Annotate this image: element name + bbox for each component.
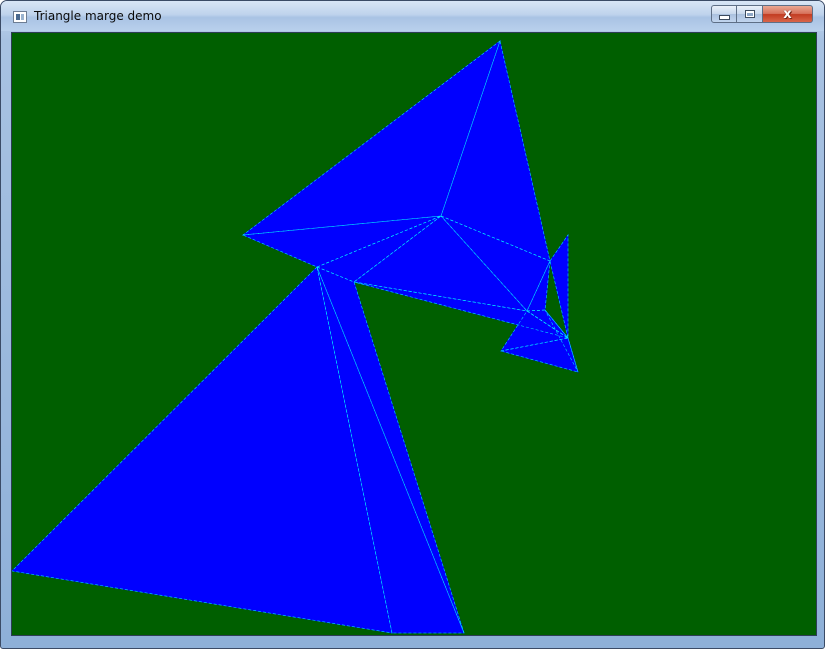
caption-buttons: x xyxy=(711,5,813,23)
title-bar[interactable]: Triangle marge demo x xyxy=(1,1,824,31)
minimize-icon xyxy=(718,14,730,20)
drawing-canvas[interactable] xyxy=(11,32,817,636)
triangle-fill-group xyxy=(12,39,579,634)
application-window: Triangle marge demo x xyxy=(0,0,825,649)
minimize-button[interactable] xyxy=(711,5,737,23)
close-icon: x xyxy=(783,6,792,22)
maximize-button[interactable] xyxy=(737,5,763,23)
triangle-mesh xyxy=(12,39,579,634)
close-button[interactable]: x xyxy=(763,5,813,23)
application-icon[interactable] xyxy=(13,11,27,23)
window-title: Triangle marge demo xyxy=(34,9,162,23)
maximize-icon xyxy=(744,10,755,18)
